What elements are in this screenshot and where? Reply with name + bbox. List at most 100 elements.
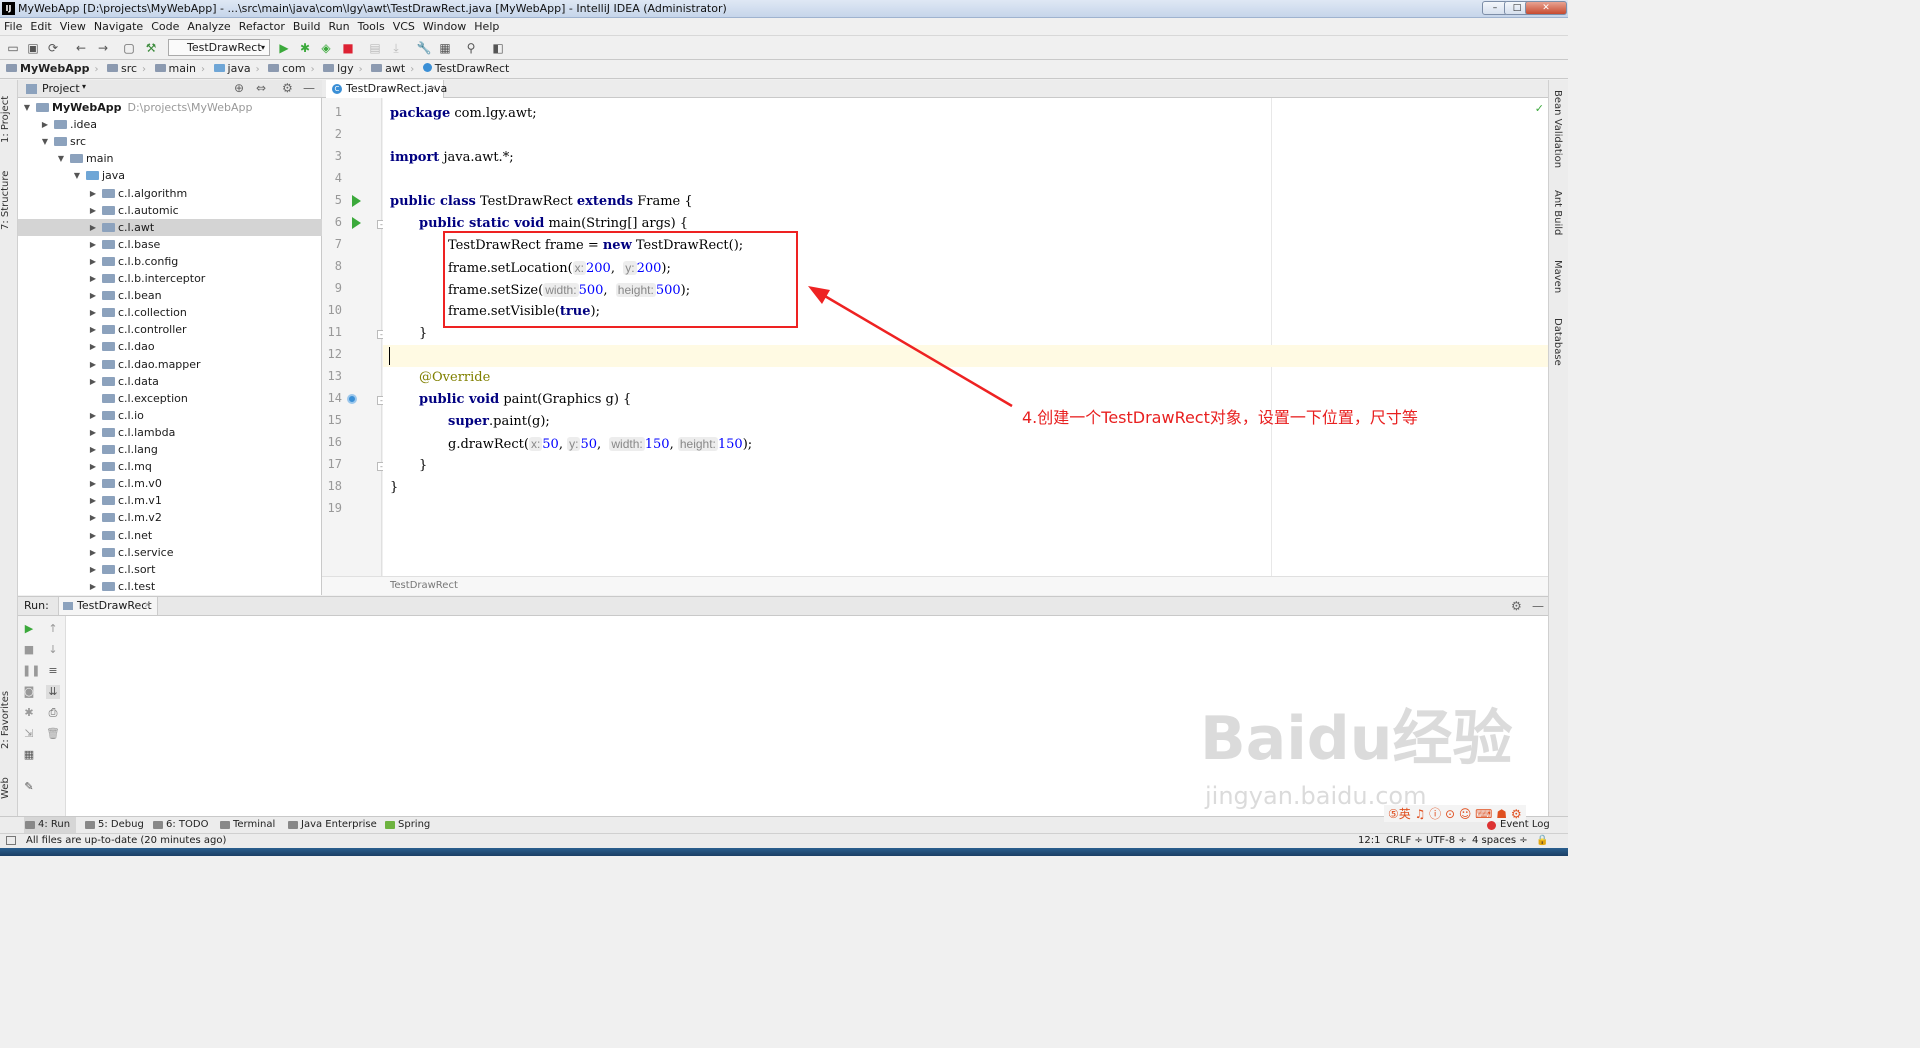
expand-arrow-down-icon[interactable]: ▼ (56, 150, 66, 167)
project-settings-icon[interactable]: ▦ (437, 40, 453, 56)
tab-event-log[interactable]: Event Log (1486, 817, 1550, 833)
expand-arrow-right-icon[interactable]: ▶ (88, 561, 98, 578)
tree-item[interactable]: ▶ c.l.base (18, 236, 322, 253)
menu-analyze[interactable]: Analyze (183, 18, 234, 35)
tab-run[interactable]: 4: Run (24, 817, 77, 833)
tree-item[interactable]: ▼ java (18, 167, 322, 184)
toggle-tool-windows-icon[interactable] (6, 836, 16, 845)
tab-favorites[interactable]: 2: Favorites (0, 680, 18, 760)
open-folder-icon[interactable]: ▭ (5, 40, 21, 56)
search-icon[interactable]: ⚲ (463, 40, 479, 56)
expand-arrow-right-icon[interactable]: ▶ (88, 287, 98, 304)
collapse-all-icon[interactable]: ⇔ (256, 81, 266, 95)
tree-item[interactable]: ▶ c.l.m.v1 (18, 492, 322, 509)
breadcrumb-item[interactable]: src (104, 60, 140, 78)
tree-item[interactable]: ▶ c.l.controller (18, 321, 322, 338)
hide-panel-icon[interactable]: — (1532, 597, 1544, 615)
tab-terminal[interactable]: Terminal (219, 817, 275, 833)
expand-arrow-right-icon[interactable]: ▶ (88, 492, 98, 509)
expand-arrow-right-icon[interactable]: ▶ (88, 424, 98, 441)
vcs-update-icon[interactable]: ▤ (367, 40, 383, 56)
tree-root-mywebapp[interactable]: ▼ MyWebApp D:\projects\MyWebApp (18, 99, 322, 116)
lock-icon[interactable]: 🔒 (1536, 834, 1548, 848)
tree-item[interactable]: ▼ src (18, 133, 322, 150)
layout-icon[interactable]: ▦ (22, 748, 36, 762)
run-icon[interactable]: ▶ (276, 40, 292, 56)
soft-wrap-icon[interactable]: ≡ (46, 664, 60, 678)
debug-bug-icon[interactable]: ✱ (297, 40, 313, 56)
menu-navigate[interactable]: Navigate (90, 18, 147, 35)
locate-target-icon[interactable]: ⊕ (234, 81, 244, 95)
expand-arrow-right-icon[interactable]: ▶ (88, 185, 98, 202)
expand-arrow-right-icon[interactable]: ▶ (88, 544, 98, 561)
rerun-icon[interactable]: ▶ (22, 622, 36, 636)
tree-item[interactable]: ▶ c.l.lang (18, 441, 322, 458)
line-separator-select[interactable]: CRLF ÷ (1386, 834, 1423, 848)
debug-bug-icon[interactable]: ✱ (22, 706, 36, 720)
gear-icon[interactable]: ⚙ (1511, 597, 1522, 615)
run-class-gutter-icon[interactable] (352, 195, 361, 207)
menu-help[interactable]: Help (470, 18, 503, 35)
tree-item[interactable]: ▶ c.l.bean (18, 287, 322, 304)
forward-arrow-icon[interactable]: → (95, 40, 111, 56)
tab-todo[interactable]: 6: TODO (152, 817, 208, 833)
expand-arrow-right-icon[interactable]: ▶ (88, 458, 98, 475)
run-main-gutter-icon[interactable] (352, 217, 361, 229)
expand-arrow-down-icon[interactable]: ▼ (22, 99, 32, 116)
tree-item[interactable]: ▶ c.l.collection (18, 304, 322, 321)
tab-database[interactable]: Database (1552, 318, 1563, 366)
expand-arrow-right-icon[interactable]: ▶ (88, 578, 98, 595)
encoding-select[interactable]: UTF-8 ÷ (1426, 834, 1467, 848)
stop-icon[interactable]: ■ (340, 40, 356, 56)
menu-edit[interactable]: Edit (26, 18, 55, 35)
tree-item[interactable]: c.l.exception (18, 390, 322, 407)
hide-panel-icon[interactable]: — (303, 81, 315, 95)
chevron-down-icon[interactable]: ▾ (82, 82, 86, 91)
expand-arrow-right-icon[interactable]: ▶ (88, 304, 98, 321)
gear-icon[interactable]: ⚙ (282, 81, 293, 95)
stop-icon[interactable]: ■ (22, 643, 36, 657)
breadcrumb-item[interactable]: awt (368, 60, 408, 78)
expand-arrow-right-icon[interactable]: ▶ (88, 338, 98, 355)
tree-item[interactable]: ▶ c.l.dao (18, 338, 322, 355)
tab-testdrawrect-java[interactable]: C TestDrawRect.java ✕ (326, 80, 447, 98)
expand-arrow-right-icon[interactable]: ▶ (88, 441, 98, 458)
expand-arrow-right-icon[interactable]: ▶ (40, 116, 50, 133)
menu-file[interactable]: File (0, 18, 26, 35)
expand-arrow-right-icon[interactable]: ▶ (88, 356, 98, 373)
expand-arrow-down-icon[interactable]: ▼ (72, 167, 82, 184)
breadcrumb-item[interactable]: MyWebApp (0, 60, 92, 78)
tree-item[interactable]: ▶ c.l.m.v0 (18, 475, 322, 492)
restore-layout-icon[interactable]: ⇲ (22, 727, 36, 741)
tab-java-enterprise[interactable]: Java Enterprise (287, 817, 377, 833)
tree-item[interactable]: ▶ c.l.net (18, 527, 322, 544)
expand-arrow-right-icon[interactable]: ▶ (88, 270, 98, 287)
up-arrow-icon[interactable]: ↑ (46, 622, 60, 636)
tab-project[interactable]: 1: Project (0, 84, 18, 154)
breadcrumb-item[interactable]: lgy (320, 60, 357, 78)
scroll-to-end-icon[interactable]: ⇊ (46, 685, 60, 699)
run-configuration-select[interactable]: TestDrawRect ▾ (168, 39, 270, 56)
tree-item[interactable]: ▶ c.l.io (18, 407, 322, 424)
tab-debug[interactable]: 5: Debug (84, 817, 144, 833)
tab-bean-validation[interactable]: Bean Validation (1552, 90, 1563, 168)
expand-arrow-right-icon[interactable]: ▶ (88, 236, 98, 253)
expand-arrow-right-icon[interactable]: ▶ (88, 202, 98, 219)
menu-run[interactable]: Run (325, 18, 354, 35)
expand-arrow-right-icon[interactable]: ▶ (88, 373, 98, 390)
tree-item[interactable]: ▶ c.l.test (18, 578, 322, 595)
build-hammer-icon[interactable]: ⚒ (143, 40, 159, 56)
tab-web[interactable]: Web (0, 768, 18, 808)
camera-icon[interactable]: ◙ (22, 685, 36, 699)
inspection-ok-icon[interactable]: ✓ (1535, 102, 1544, 115)
settings-wrench-icon[interactable]: 🔧 (416, 40, 432, 56)
tree-item[interactable]: ▶ c.l.data (18, 373, 322, 390)
save-all-icon[interactable]: ▣ (25, 40, 41, 56)
expand-arrow-down-icon[interactable]: ▼ (40, 133, 50, 150)
tree-item[interactable]: ▶ c.l.b.config (18, 253, 322, 270)
indent-select[interactable]: 4 spaces ÷ (1472, 834, 1528, 848)
tree-item[interactable]: ▶ c.l.awt (18, 218, 322, 236)
expand-arrow-right-icon[interactable]: ▶ (88, 253, 98, 270)
tree-item[interactable]: ▶ c.l.algorithm (18, 185, 322, 202)
editor-breadcrumb-footer[interactable]: TestDrawRect (322, 576, 1548, 595)
